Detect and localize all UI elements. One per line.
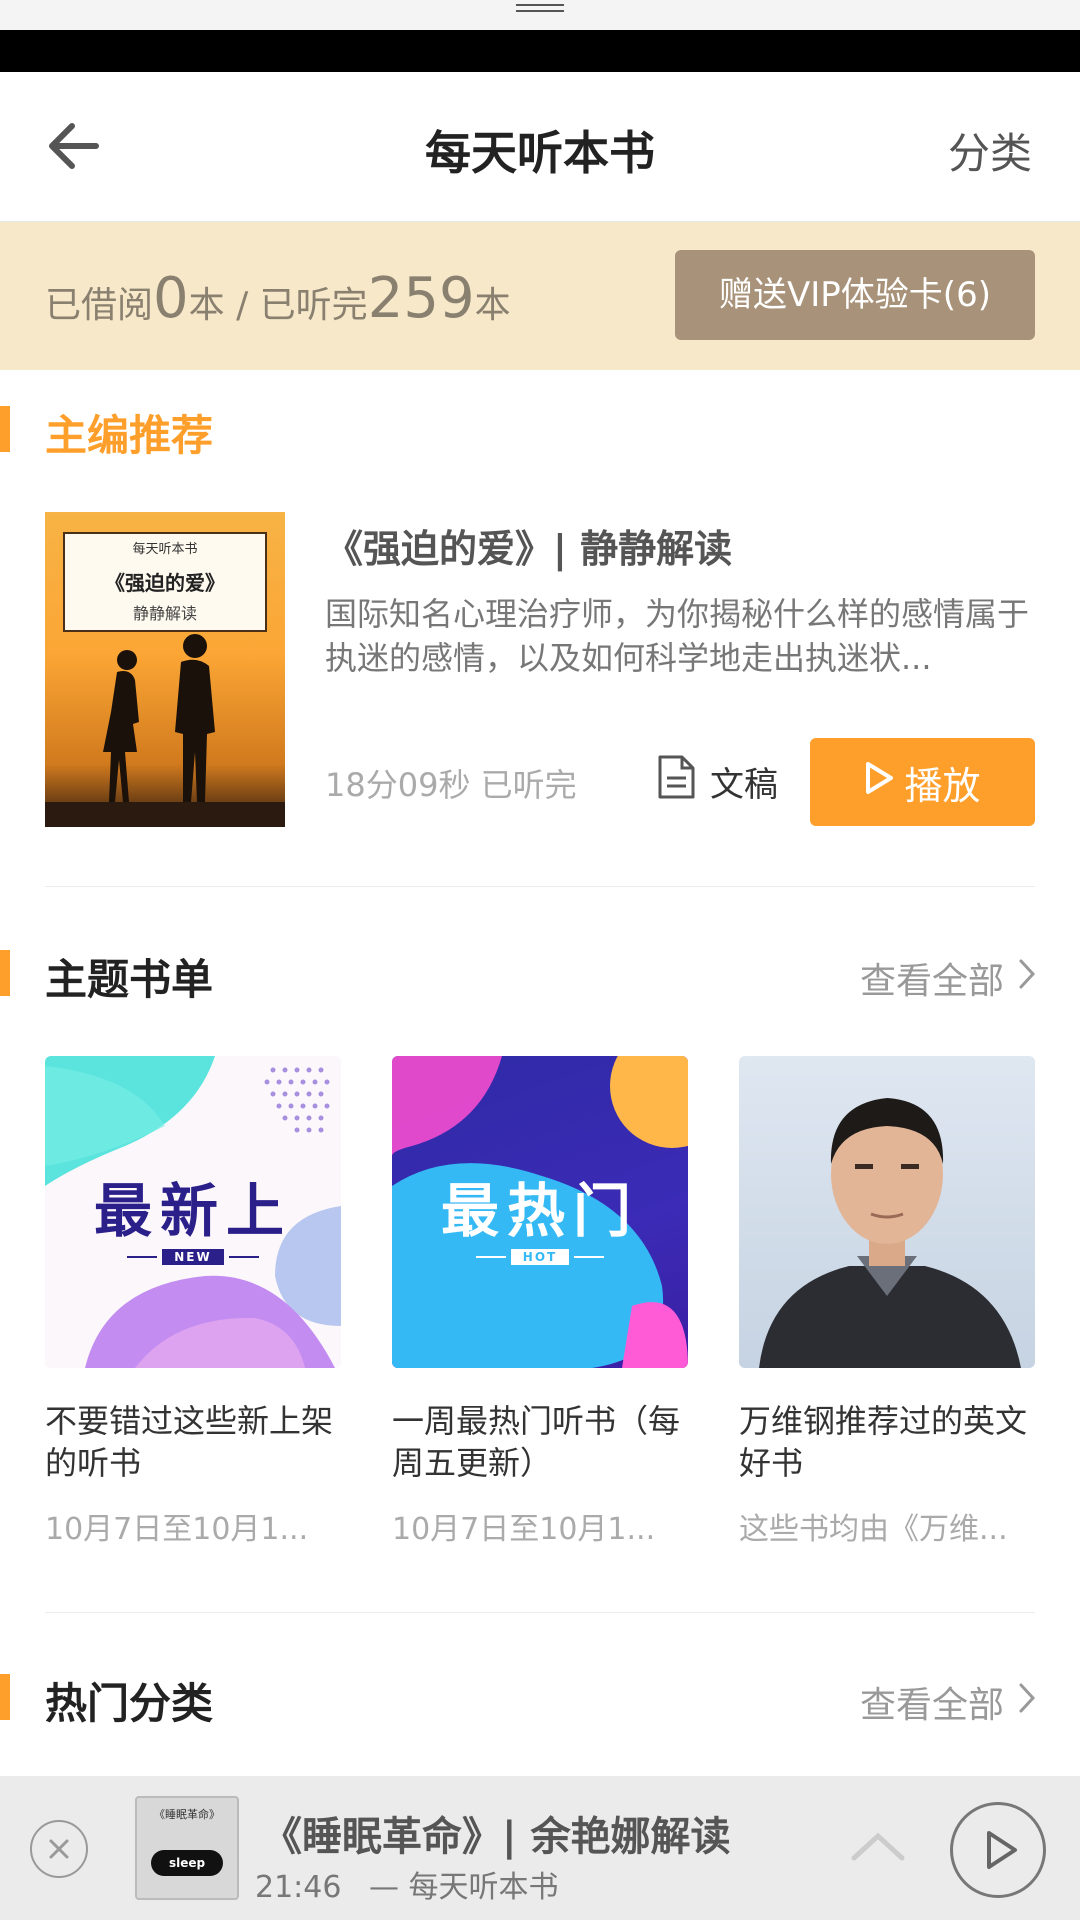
finished-unit: 本 [474,285,511,326]
reading-stats-band: 已借阅0本 / 已听完259本 赠送VIP体验卡(6) [0,222,1080,370]
play-button[interactable]: 播放 [810,738,1035,826]
see-all-label: 查看全部 [859,961,1004,1002]
player-cover-text: 《睡眠革命》 [154,1808,220,1821]
nav-bar: 每天听本书 分类 [0,72,1080,222]
section-marker [0,1674,10,1720]
booklist-image [739,1056,1035,1368]
book-meta: 18分09秒 已听完 [325,760,577,806]
document-icon [656,754,696,809]
editor-pick-title: 主编推荐 [45,411,214,460]
booklist-title: 万维钢推荐过的英文好书 [739,1402,1028,1482]
player-subtitle: 21:46 — 每天听本书 [255,1862,559,1906]
script-button[interactable]: 文稿 [656,754,778,809]
book-description: 国际知名心理治疗师，为你揭秘什么样的感情属于执迷的感情，以及如何科学地走出执迷状… [325,595,1030,677]
play-circle-icon[interactable] [950,1802,1046,1898]
player-time: 21:46 [255,1870,342,1905]
borrowed-unit: 本 / 已听完 [188,285,368,326]
chevron-right-icon [1018,958,1036,999]
page-title: 每天听本书 [425,126,655,180]
booklist-subtitle: 10月7日至10月1... [392,1512,656,1547]
booklist-image-tagline: HOT [392,1246,688,1265]
borrowed-prefix: 已借阅 [45,285,154,326]
categories-see-all[interactable]: 查看全部 [860,1676,1036,1728]
section-marker [0,950,10,996]
silhouette-illustration [45,634,285,827]
booklist-card[interactable]: 最热门 HOT 一周最热门听书（每周五更新） 10月7日至10月1... [392,1056,688,1548]
booklist-card[interactable]: 最新上 NEW 不要错过这些新上架的听书 10月7日至10月1... [45,1056,341,1548]
close-circle-icon[interactable] [30,1820,88,1878]
chevron-right-icon [1018,1682,1036,1723]
booklist-card[interactable]: 万维钢推荐过的英文好书 这些书均由《万维... [739,1056,1035,1548]
booklists-title: 主题书单 [45,955,214,1004]
booklist-image-text: 最新上 [93,1177,292,1245]
book-title[interactable]: 《强迫的爱》| 静静解读 [325,518,732,573]
handle-line [516,4,564,6]
play-triangle-icon [864,760,894,804]
divider [45,1612,1035,1613]
booklist-image-tag: HOT [510,1249,570,1265]
booklist-image: 最新上 NEW [45,1056,341,1368]
divider [45,886,1035,887]
booklist-title: 一周最热门听书（每周五更新） [392,1402,681,1482]
script-label: 文稿 [710,765,778,805]
finished-count: 259 [367,266,475,331]
category-link[interactable]: 分类 [948,120,1032,181]
person-portrait [759,1098,1021,1368]
sleep-mask-badge: sleep [151,1850,223,1876]
player-title[interactable]: 《睡眠革命》| 余艳娜解读 [262,1804,731,1862]
booklist-subtitle: 这些书均由《万维... [739,1512,1008,1547]
handle-line [516,10,564,12]
player-cover[interactable]: 《睡眠革命》 sleep [135,1796,239,1900]
booklist-image: 最热门 HOT [392,1056,688,1368]
play-label: 播放 [904,763,981,808]
book-duration: 18分09秒 [325,766,471,804]
booklist-image-tagline: NEW [45,1246,341,1265]
section-marker [0,406,10,452]
mini-player: 《睡眠革命》 sleep 《睡眠革命》| 余艳娜解读 21:46 — 每天听本书 [0,1776,1080,1920]
borrowed-count: 0 [153,266,189,331]
booklist-image-tag: NEW [162,1249,224,1265]
chevron-up-icon[interactable] [848,1826,908,1866]
reading-stats: 已借阅0本 / 已听完259本 [45,266,511,331]
categories-title: 热门分类 [45,1679,214,1728]
booklists-see-all[interactable]: 查看全部 [860,952,1036,1004]
booklist-subtitle: 10月7日至10月1... [45,1512,309,1547]
book-listen-status: 已听完 [480,766,577,804]
booklist-image-text: 最热门 [440,1177,639,1245]
vip-gift-card-button[interactable]: 赠送VIP体验卡(6) [675,250,1035,340]
pulldown-strip [0,0,1080,30]
see-all-label: 查看全部 [859,1685,1004,1726]
player-source: — 每天听本书 [369,1870,559,1905]
book-cover[interactable]: 每天听本书 《强迫的爱》 静静解读 [45,512,285,827]
status-bar [0,30,1080,72]
booklist-title: 不要错过这些新上架的听书 [45,1402,334,1482]
